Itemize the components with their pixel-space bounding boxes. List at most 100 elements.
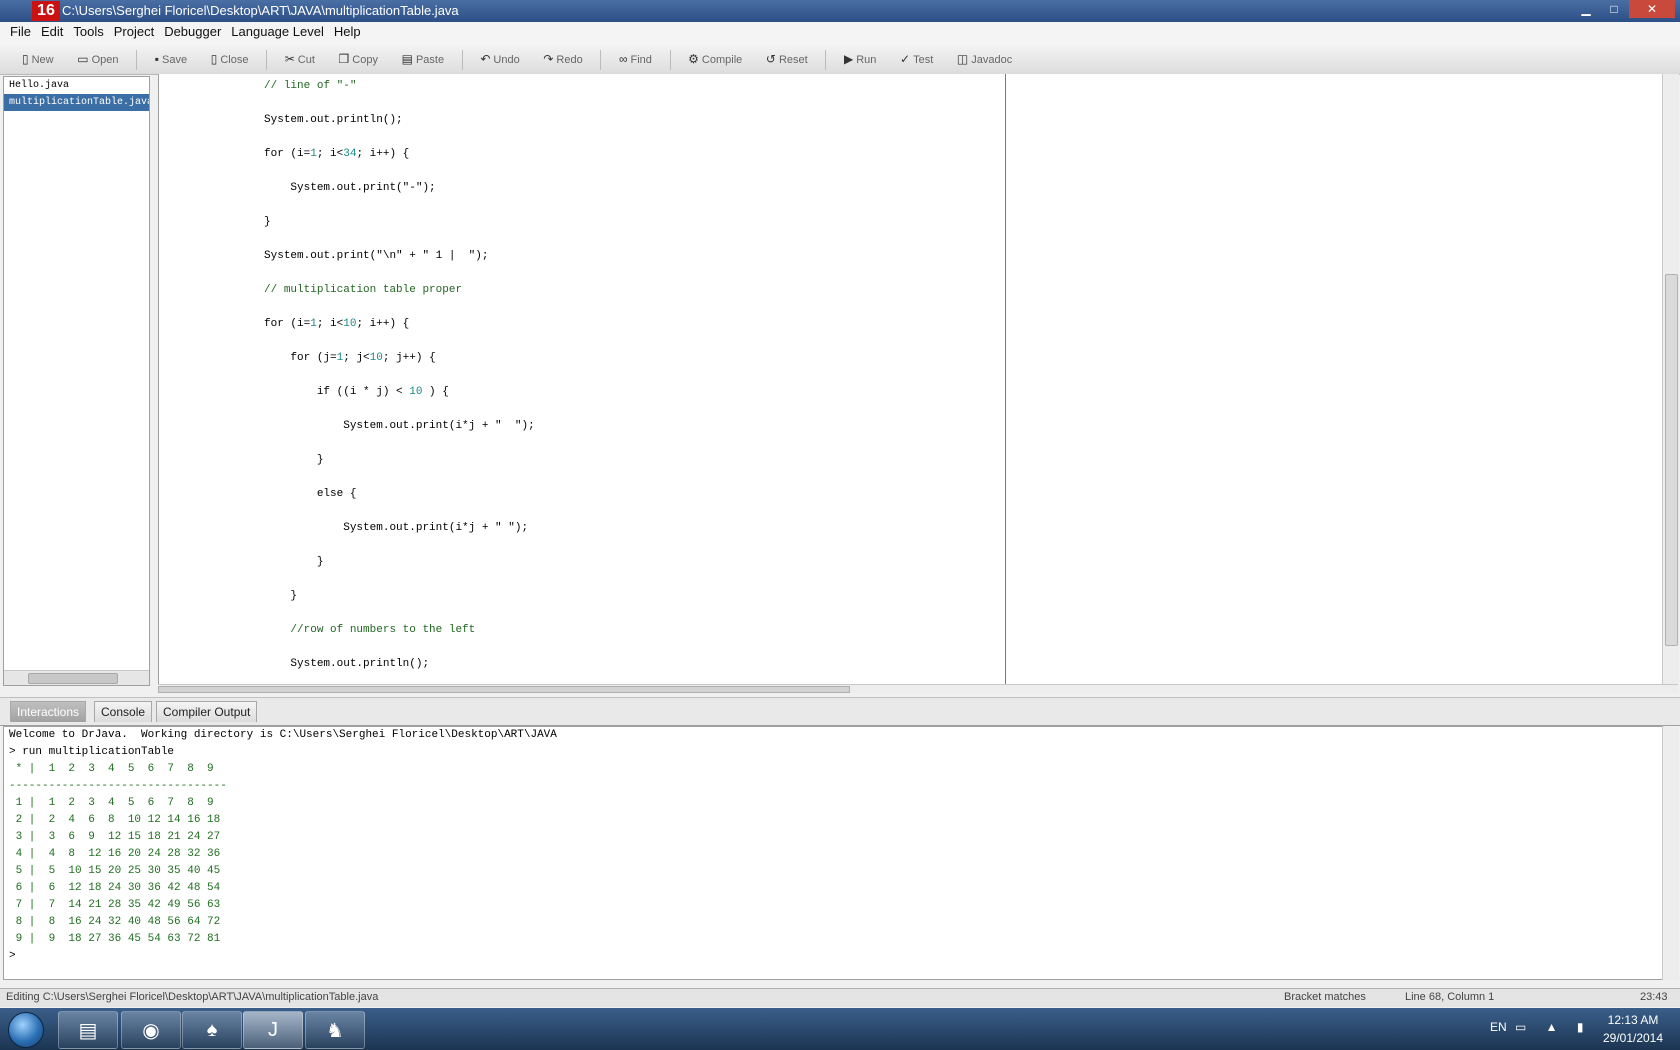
pdf-reader-icon[interactable]: ♠ [182, 1011, 242, 1049]
status-bar: Editing C:\Users\Serghei Floricel\Deskto… [0, 988, 1680, 1007]
game-icon[interactable]: ♞ [305, 1011, 365, 1049]
javadoc-icon: ◫ [956, 52, 969, 66]
clock-time[interactable]: 12:13 AM [1598, 1013, 1668, 1027]
minimize-button[interactable]: ▁ [1573, 0, 1599, 18]
find-button[interactable]: ∞ Find [611, 47, 660, 71]
redo-icon: ↷ [543, 52, 554, 66]
close-window-button[interactable]: ✕ [1629, 0, 1675, 18]
code-line[interactable]: for (i=1; i<10; i++) { [165, 316, 409, 332]
toolbar: ▯ New ▭ Open ▪ Save ▯ Close ✂ Cut ❐ Copy ▤ Past… [0, 42, 1680, 75]
editor-horizontal-scrollbar[interactable] [158, 684, 1678, 693]
code-token: 10 [369, 352, 383, 364]
interactions-line: Welcome to DrJava. Working directory is … [9, 729, 557, 741]
interactions-scrollbar[interactable] [1662, 726, 1679, 980]
open-button[interactable]: ▭ Open [69, 47, 126, 71]
close-doc-label: Close [220, 54, 249, 66]
close-doc-button[interactable]: ▯ Close [203, 47, 257, 71]
scissors-icon: ✂ [284, 52, 295, 66]
code-line[interactable]: System.out.print("\n" + " 1 | "); [165, 248, 488, 264]
code-line[interactable]: //row of numbers to the left [165, 622, 475, 638]
copy-label: Copy [352, 54, 378, 66]
code-token: } [264, 216, 271, 228]
program-output-line: 8 | 8 16 24 32 40 48 56 64 72 [9, 916, 221, 928]
code-line[interactable]: // line of "-" [165, 78, 356, 94]
document-list-scroll-thumb[interactable] [28, 673, 118, 684]
code-line[interactable]: else { [165, 486, 357, 502]
save-icon: ▪ [154, 52, 160, 66]
language-indicator[interactable]: EN [1490, 1020, 1507, 1034]
code-line[interactable]: System.out.print("-"); [165, 180, 435, 196]
maximize-button[interactable]: □ [1601, 0, 1627, 18]
code-line[interactable]: } [165, 588, 297, 604]
menu-debugger[interactable]: Debugger [159, 22, 226, 42]
menu-edit[interactable]: Edit [36, 22, 68, 42]
editor-scroll-thumb[interactable] [1665, 274, 1678, 646]
menu-file[interactable]: File [5, 22, 36, 42]
program-output-line: --------------------------------- [9, 780, 227, 792]
editor-vertical-scrollbar[interactable] [1662, 74, 1679, 684]
test-button[interactable]: ✓ Test [892, 47, 941, 71]
code-area[interactable]: // line of "-" System.out.println(); for… [159, 74, 1159, 684]
code-line[interactable]: for (i=1; i<34; i++) { [165, 146, 409, 162]
run-button[interactable]: ▶ Run [836, 47, 884, 71]
javadoc-button[interactable]: ◫ Javadoc [949, 47, 1020, 71]
reset-icon: ↺ [765, 52, 776, 66]
code-line[interactable]: } [165, 452, 324, 468]
paste-button[interactable]: ▤ Paste [394, 47, 452, 71]
start-button[interactable] [8, 1012, 44, 1048]
interactions-pane[interactable]: Welcome to DrJava. Working directory is … [3, 726, 1664, 980]
menu-tools[interactable]: Tools [68, 22, 108, 42]
new-button[interactable]: ▯ New [14, 47, 62, 71]
tab-compiler-output[interactable]: Compiler Output [156, 701, 258, 722]
code-line[interactable]: if ((i * j) < 10 ) { [165, 384, 449, 400]
tab-console[interactable]: Console [94, 701, 153, 722]
chrome-icon[interactable]: ◉ [121, 1011, 181, 1049]
redo-button[interactable]: ↷ Redo [535, 47, 590, 71]
code-line[interactable]: // multiplication table proper [165, 282, 462, 298]
program-output-line: 1 | 1 2 3 4 5 6 7 8 9 [9, 797, 214, 809]
document-list-scrollbar[interactable] [4, 670, 149, 685]
interactions-line: > [9, 950, 16, 962]
code-token: System.out.print(i*j + " "); [343, 522, 529, 534]
code-token: for (i= [264, 318, 311, 330]
cut-label: Cut [297, 54, 315, 66]
cut-button[interactable]: ✂ Cut [277, 47, 323, 71]
code-line[interactable]: System.out.print(i*j + " "); [165, 418, 534, 434]
doc-item-hello[interactable]: Hello.java [4, 77, 149, 94]
binoculars-icon: ∞ [618, 52, 628, 66]
compile-button[interactable]: ⚙ Compile [680, 47, 750, 71]
run-label: Run [856, 54, 877, 66]
explorer-icon[interactable]: ▤ [58, 1011, 118, 1049]
copy-button[interactable]: ❐ Copy [331, 47, 386, 71]
bottom-tab-strip: Interactions Console Compiler Output [0, 697, 1680, 726]
drjava-icon[interactable]: J [243, 1011, 303, 1049]
code-token: System.out.println(); [290, 658, 430, 670]
save-button[interactable]: ▪ Save [147, 47, 195, 71]
reset-button[interactable]: ↺ Reset [758, 47, 816, 71]
code-line[interactable]: System.out.println(); [165, 112, 403, 128]
menu-project[interactable]: Project [109, 22, 159, 42]
code-token: } [316, 556, 324, 568]
toolbar-separator [825, 49, 827, 70]
menu-language-level[interactable]: Language Level [226, 22, 329, 42]
editor-hscroll-thumb[interactable] [158, 686, 850, 693]
test-label: Test [913, 54, 934, 66]
tray-icons[interactable]: ▭ ▲ ▮ [1515, 1020, 1592, 1034]
tab-interactions[interactable]: Interactions [10, 701, 87, 722]
clock-date[interactable]: 29/01/2014 [1594, 1031, 1672, 1045]
code-line[interactable]: for (j=1; j<10; j++) { [165, 350, 435, 366]
undo-button[interactable]: ↶ Undo [472, 47, 527, 71]
menu-help[interactable]: Help [329, 22, 366, 42]
code-token: System.out.println(); [264, 114, 403, 126]
code-line[interactable]: System.out.print(i*j + " "); [165, 520, 528, 536]
code-line[interactable]: System.out.println(); [165, 656, 429, 672]
code-line[interactable]: } [165, 214, 271, 230]
code-line[interactable]: } [165, 554, 324, 570]
code-editor[interactable]: // line of "-" System.out.println(); for… [158, 74, 1663, 684]
doc-item-multiplication-table[interactable]: multiplicationTable.java [4, 94, 149, 111]
